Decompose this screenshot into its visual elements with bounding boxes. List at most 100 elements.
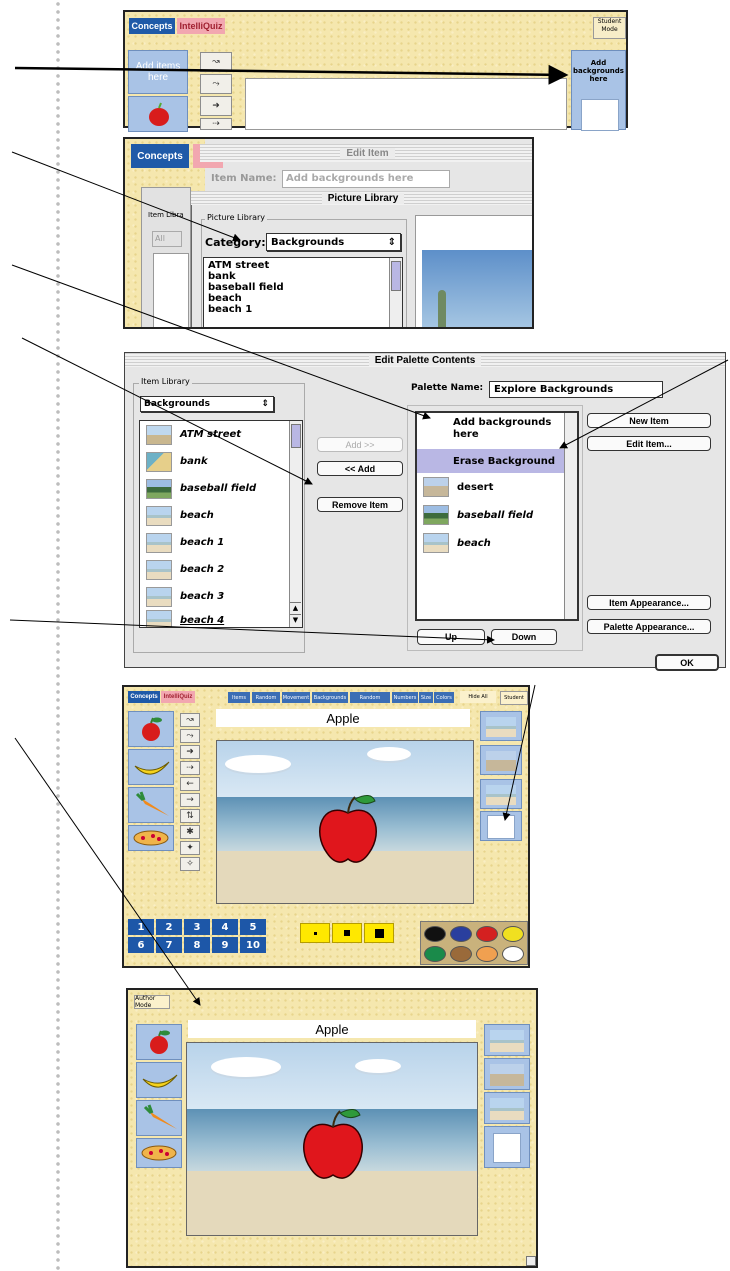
menu-size[interactable]: Size [419,692,433,703]
hide-all-button[interactable]: Hide All [460,691,496,703]
color-swatch[interactable] [450,926,472,942]
library-item[interactable]: beach 4 [140,610,302,627]
scene-canvas[interactable] [216,740,474,904]
item-tile-banana[interactable] [128,749,174,785]
student-mode-button[interactable]: Student Mode [593,17,626,39]
palette-name-field[interactable]: Explore Backgrounds [489,381,663,398]
library-select[interactable]: Backgrounds ⇕ [140,396,274,412]
palette-item[interactable]: beach [417,529,577,557]
size-medium[interactable] [332,923,362,943]
menu-random[interactable]: Random [252,692,280,703]
tool-icon[interactable]: ⤳ [180,729,200,743]
tool-icon[interactable]: ✱ [180,825,200,839]
scroll-down-icon[interactable]: ▼ [290,614,301,625]
color-swatch[interactable] [502,926,524,942]
menu-backgrounds[interactable]: Backgrounds [312,692,348,703]
palette-item[interactable]: Add backgrounds here [417,413,577,449]
palette-appearance-button[interactable]: Palette Appearance... [587,619,711,634]
picture-list-item[interactable]: baseball field [204,282,402,293]
tab-concepts[interactable]: Concepts [128,691,160,703]
picture-list-item[interactable]: bank [204,271,402,282]
tool-icon[interactable]: ← [180,777,200,791]
tool-icon[interactable]: ⇢ [180,761,200,775]
color-swatch[interactable] [502,946,524,962]
number-6[interactable]: 6 [128,937,154,953]
menu-movement[interactable]: Movement [282,692,310,703]
tool-icon[interactable]: ✧ [180,857,200,871]
number-10[interactable]: 10 [240,937,266,953]
tool-bounce-icon[interactable]: ↝ [200,52,232,72]
item-name-field[interactable]: Add backgrounds here [282,170,450,188]
picture-list-item[interactable]: ATM street [204,258,402,271]
number-9[interactable]: 9 [212,937,238,953]
library-item[interactable]: beach [140,502,302,529]
item-tile-apple[interactable] [128,711,174,747]
add-button[interactable]: Add >> [317,437,403,452]
edit-item-button[interactable]: Edit Item... [587,436,711,451]
tab-intelliquiz[interactable]: IntelliQuiz [161,691,195,703]
picture-list[interactable]: ATM street bank baseball field beach bea… [203,257,403,327]
new-item-button[interactable]: New Item [587,413,711,428]
tool-icon[interactable]: ➜ [180,745,200,759]
background-tile-erase[interactable] [484,1126,530,1168]
number-2[interactable]: 2 [156,919,182,935]
item-tile-apple[interactable] [136,1024,182,1060]
background-tile-beach[interactable] [480,711,522,741]
item-tile-carrot[interactable] [128,787,174,823]
number-1[interactable]: 1 [128,919,154,935]
library-item[interactable]: beach 2 [140,556,302,583]
color-swatch[interactable] [476,926,498,942]
menu-random-2[interactable]: Random [350,692,390,703]
picture-list-item[interactable]: beach 1 [204,304,402,315]
number-8[interactable]: 8 [184,937,210,953]
color-swatch[interactable] [424,946,446,962]
tool-icon[interactable]: ⇅ [180,809,200,823]
size-small[interactable] [300,923,330,943]
tool-slide-icon[interactable]: ⇢ [200,118,232,130]
ok-button[interactable]: OK [655,654,719,671]
library-item[interactable]: beach 3 [140,583,302,610]
background-tile-field[interactable] [480,779,522,809]
scene-canvas[interactable] [186,1042,478,1236]
library-item[interactable]: baseball field [140,475,302,502]
category-select[interactable]: Backgrounds ⇕ [266,233,401,251]
tab-concepts[interactable]: Concepts [131,144,189,168]
item-tile-carrot[interactable] [136,1100,182,1136]
background-tile-beach[interactable] [484,1024,530,1056]
color-swatch[interactable] [424,926,446,942]
up-button[interactable]: Up [417,629,485,645]
add-back-button[interactable]: << Add [317,461,403,476]
add-items-tile[interactable]: Add items here [128,50,188,94]
tool-icon[interactable]: → [180,793,200,807]
number-4[interactable]: 4 [212,919,238,935]
number-5[interactable]: 5 [240,919,266,935]
all-select[interactable]: All [152,231,182,247]
down-button[interactable]: Down [491,629,557,645]
palette-item-selected[interactable]: Erase Background [417,449,577,473]
number-7[interactable]: 7 [156,937,182,953]
palette-item[interactable]: baseball field [417,501,577,529]
library-list[interactable]: ATM street bank baseball field beach bea… [139,420,303,628]
tool-icon[interactable]: ↝ [180,713,200,727]
size-large[interactable] [364,923,394,943]
tab-concepts[interactable]: Concepts [129,18,175,34]
background-tile-erase[interactable] [480,811,522,841]
apple-tile[interactable] [128,96,188,132]
background-tile-desert[interactable] [480,745,522,775]
add-backgrounds-tile[interactable]: Add backgrounds here [571,50,626,131]
tool-enter-icon[interactable]: ➜ [200,96,232,116]
palette-list[interactable]: Add backgrounds here Erase Background de… [415,411,579,621]
resize-handle-icon[interactable] [526,1256,536,1266]
remove-item-button[interactable]: Remove Item [317,497,403,512]
color-swatch[interactable] [476,946,498,962]
menu-colors[interactable]: Colors [434,692,454,703]
menu-numbers[interactable]: Numbers [392,692,418,703]
scroll-up-icon[interactable]: ▲ [290,602,301,613]
label-field[interactable] [245,78,567,130]
menu-items[interactable]: Items [228,692,250,703]
item-tile-pizza[interactable] [136,1138,182,1168]
background-tile-field[interactable] [484,1092,530,1124]
color-swatch[interactable] [450,946,472,962]
author-mode-button[interactable]: Author Mode [134,995,170,1009]
item-tile-banana[interactable] [136,1062,182,1098]
